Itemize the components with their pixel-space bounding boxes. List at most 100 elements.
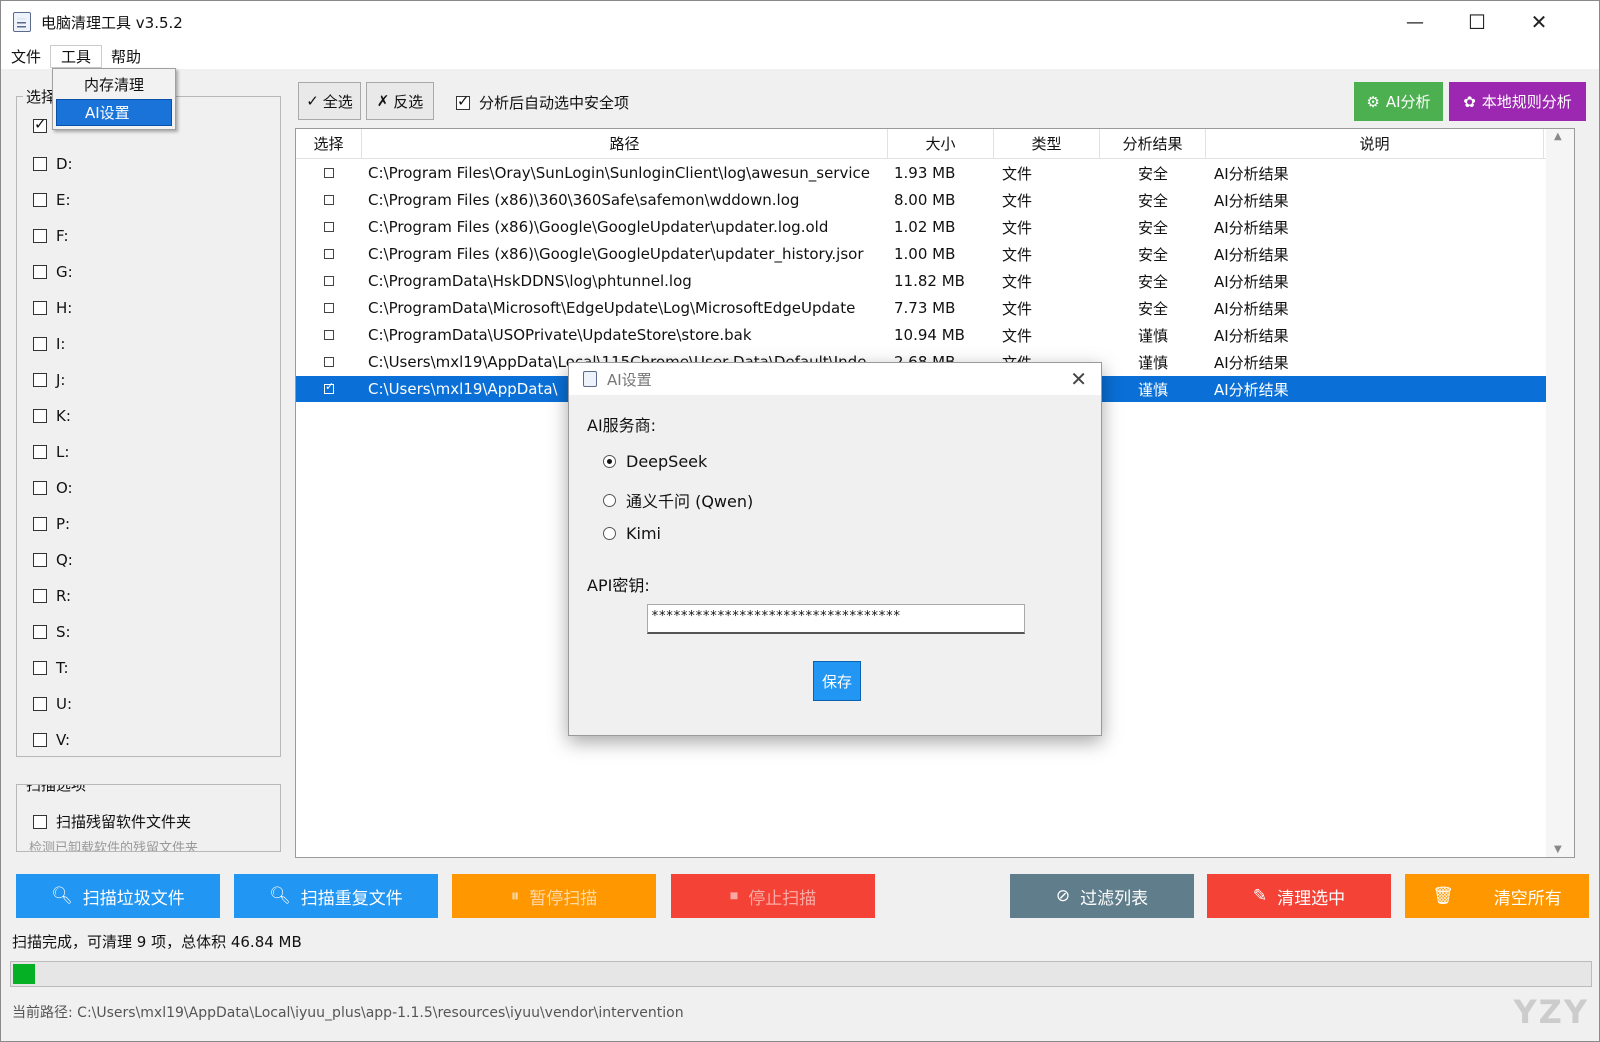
select-all-button[interactable]: ✓ 全选	[298, 82, 361, 120]
minimize-button[interactable]: —	[1384, 1, 1446, 43]
col-result[interactable]: 分析结果	[1100, 129, 1206, 158]
drive-checkbox-row[interactable]: H:	[33, 299, 72, 317]
drive-checkbox[interactable]	[33, 517, 47, 531]
radio-qwen-button[interactable]	[603, 493, 616, 507]
scroll-up-icon[interactable]: ▲	[1554, 131, 1562, 142]
col-path[interactable]: 路径	[362, 129, 888, 158]
row-checkbox[interactable]	[324, 330, 334, 340]
filter-list-button[interactable]: ⊘ 过滤列表	[1010, 874, 1194, 918]
table-row[interactable]: C:\ProgramData\HskDDNS\log\phtunnel.log 1…	[296, 268, 1546, 294]
cell-result: 谨慎	[1137, 380, 1168, 399]
stop-scan-button[interactable]: ⏹ 停止扫描	[671, 874, 875, 918]
brain-icon: ✿	[1463, 92, 1476, 111]
drive-checkbox-row[interactable]: R:	[33, 587, 71, 605]
scan-dup-label: 扫描重复文件	[300, 888, 403, 909]
radio-qwen[interactable]: 通义千问 (Qwen)	[603, 488, 753, 512]
table-row[interactable]: C:\ProgramData\Microsoft\EdgeUpdate\Log\…	[296, 295, 1546, 321]
table-row[interactable]: C:\Program Files\Oray\SunLogin\SunloginC…	[296, 160, 1546, 186]
table-row[interactable]: C:\ProgramData\USOPrivate\UpdateStore\st…	[296, 322, 1546, 348]
col-size[interactable]: 大小	[888, 129, 994, 158]
drive-checkbox[interactable]	[33, 481, 47, 495]
drive-checkbox[interactable]	[33, 553, 47, 567]
menu-tools[interactable]: 工具	[50, 44, 103, 68]
maximize-button[interactable]: ☐	[1446, 1, 1508, 43]
clean-selected-button[interactable]: ✎ 清理选中	[1207, 874, 1391, 918]
row-checkbox[interactable]	[324, 222, 334, 232]
residual-checkbox-row[interactable]: 扫描残留软件文件夹	[33, 811, 191, 832]
col-description[interactable]: 说明	[1206, 129, 1544, 158]
drive-checkbox[interactable]	[33, 733, 47, 747]
drive-checkbox-row[interactable]: K:	[33, 407, 71, 425]
menu-file[interactable]: 文件	[1, 46, 51, 67]
drive-checkbox[interactable]	[33, 625, 47, 639]
ai-analyze-button[interactable]: ⚙ AI分析	[1354, 82, 1443, 121]
row-checkbox-cell	[296, 380, 362, 394]
save-button[interactable]: 保存	[813, 661, 861, 701]
drive-checkbox-row[interactable]: Q:	[33, 551, 73, 569]
cell-result: 安全	[1137, 218, 1168, 237]
local-analyze-button[interactable]: ✿ 本地规则分析	[1449, 82, 1586, 121]
drive-checkbox[interactable]	[33, 445, 47, 459]
radio-kimi-button[interactable]	[603, 527, 616, 540]
table-row[interactable]: C:\Program Files (x86)\360\360Safe\safem…	[296, 187, 1546, 213]
row-checkbox[interactable]	[324, 380, 334, 394]
row-checkbox[interactable]	[324, 249, 334, 259]
drive-checkbox-row[interactable]: T:	[33, 659, 69, 677]
row-checkbox[interactable]	[324, 195, 334, 205]
drive-checkbox[interactable]	[33, 373, 47, 387]
invert-selection-button[interactable]: ✗ 反选	[366, 82, 434, 120]
table-row[interactable]: C:\Program Files (x86)\Google\GoogleUpda…	[296, 241, 1546, 267]
drive-checkbox-row[interactable]: L:	[33, 443, 69, 461]
drive-checkbox[interactable]	[33, 301, 47, 315]
menu-item-memory-clean[interactable]: 内存清理	[56, 72, 172, 99]
scroll-down-icon[interactable]: ▼	[1554, 844, 1562, 855]
drive-checkbox[interactable]	[33, 115, 47, 133]
pause-scan-button[interactable]: ⏸ 暂停扫描	[452, 874, 656, 918]
col-select[interactable]: 选择	[296, 129, 362, 158]
drive-checkbox-row[interactable]: G:	[33, 263, 73, 281]
radio-kimi[interactable]: Kimi	[603, 524, 661, 543]
radio-deepseek-button[interactable]	[603, 455, 616, 468]
drive-checkbox-row[interactable]: I:	[33, 335, 65, 353]
drive-checkbox[interactable]	[33, 409, 47, 423]
api-key-field[interactable]: **********************************	[647, 604, 1025, 634]
drive-checkbox[interactable]	[33, 157, 47, 171]
auto-select-option[interactable]: 分析后自动选中安全项	[456, 92, 629, 113]
row-checkbox[interactable]	[324, 357, 334, 367]
drive-checkbox[interactable]	[33, 337, 47, 351]
drive-checkbox-row[interactable]: D:	[33, 155, 73, 173]
scan-duplicate-button[interactable]: 🔍︎ 扫描重复文件	[234, 874, 438, 918]
drive-checkbox[interactable]	[33, 229, 47, 243]
menu-help[interactable]: 帮助	[101, 46, 151, 67]
drive-label: V:	[56, 731, 71, 749]
dialog-close-icon[interactable]: ✕	[1070, 367, 1087, 391]
row-checkbox[interactable]	[324, 276, 334, 286]
residual-checkbox[interactable]	[33, 814, 47, 829]
table-row[interactable]: C:\Program Files (x86)\Google\GoogleUpda…	[296, 214, 1546, 240]
drive-checkbox[interactable]	[33, 661, 47, 675]
close-button[interactable]: ✕	[1508, 1, 1570, 43]
drive-checkbox-row[interactable]: V:	[33, 731, 70, 749]
menu-item-ai-settings[interactable]: AI设置	[56, 99, 172, 126]
drive-checkbox[interactable]	[33, 193, 47, 207]
clean-all-button[interactable]: 🗑︎ 清空所有	[1405, 874, 1589, 918]
row-checkbox[interactable]	[324, 303, 334, 313]
drive-checkbox-row[interactable]: P:	[33, 515, 70, 533]
drive-checkbox-row[interactable]: F:	[33, 227, 69, 245]
cell-size: 1.02 MB	[894, 218, 956, 236]
drive-checkbox-row[interactable]: O:	[33, 479, 73, 497]
drive-checkbox-row[interactable]: S:	[33, 623, 71, 641]
drive-checkbox[interactable]	[33, 697, 47, 711]
drive-checkbox[interactable]	[33, 265, 47, 279]
auto-select-checkbox[interactable]	[456, 92, 470, 110]
drive-checkbox[interactable]	[33, 589, 47, 603]
dialog-title: AI设置	[607, 370, 652, 389]
col-type[interactable]: 类型	[994, 129, 1100, 158]
drive-checkbox-row[interactable]: J:	[33, 371, 65, 389]
drive-checkbox-row[interactable]: U:	[33, 695, 72, 713]
scan-junk-button[interactable]: 🔍︎ 扫描垃圾文件	[16, 874, 220, 918]
radio-deepseek[interactable]: DeepSeek	[603, 452, 707, 471]
table-scrollbar[interactable]: ▲ ▼	[1546, 129, 1574, 857]
drive-checkbox-row[interactable]: E:	[33, 191, 71, 209]
row-checkbox[interactable]	[324, 168, 334, 178]
